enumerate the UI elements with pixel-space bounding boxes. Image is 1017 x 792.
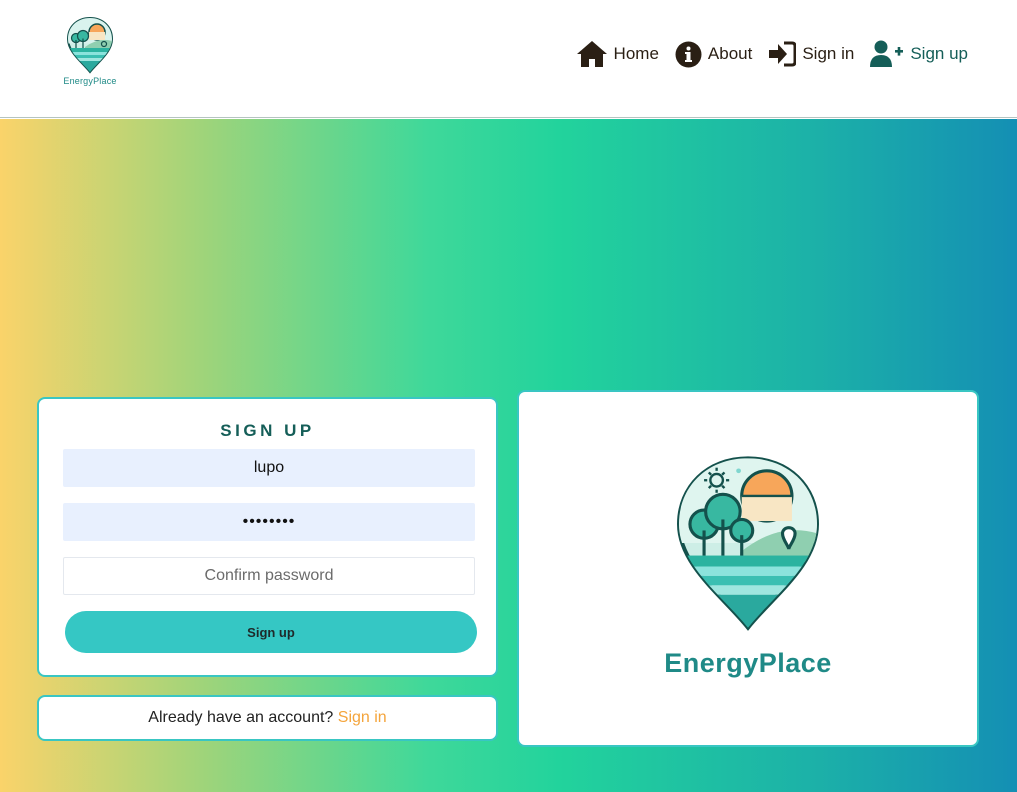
user-plus-icon	[870, 40, 904, 68]
signin-link[interactable]: Sign in	[338, 709, 387, 726]
nav-about[interactable]: About	[675, 41, 752, 68]
sign-in-icon	[768, 41, 797, 67]
nav-sign-up[interactable]: Sign up	[870, 40, 968, 68]
home-icon	[576, 40, 608, 68]
nav-sign-up-label: Sign up	[910, 44, 968, 63]
logo-pin-icon	[66, 16, 114, 74]
brand-logo[interactable]: EnergyPlace	[60, 16, 120, 96]
password-input[interactable]	[63, 503, 475, 541]
nav-about-label: About	[707, 44, 753, 63]
brand-image-text: EnergyPlace	[664, 648, 832, 678]
sign-up-button[interactable]: Sign up	[65, 611, 477, 653]
info-icon	[675, 41, 702, 68]
main-nav: Home About Sign in Sign up	[560, 40, 968, 68]
confirm-password-input[interactable]	[63, 557, 475, 595]
nav-home[interactable]: Home	[576, 40, 659, 68]
signin-prompt-text: Already have an account?	[148, 709, 338, 726]
energyplace-logo-icon	[677, 456, 819, 631]
nav-home-label: Home	[613, 44, 659, 63]
brand-image-card: EnergyPlace	[517, 390, 979, 747]
signin-prompt-card: Already have an account? Sign in	[37, 695, 498, 741]
brand-logo-text: EnergyPlace	[63, 76, 117, 86]
signup-card: SIGN UP Sign up	[37, 397, 498, 677]
nav-sign-in[interactable]: Sign in	[768, 41, 854, 67]
site-header: EnergyPlace Home About Sign in Sign up	[0, 0, 1017, 118]
username-input[interactable]	[63, 449, 475, 487]
signup-title: SIGN UP	[220, 421, 315, 440]
nav-sign-in-label: Sign in	[802, 44, 855, 63]
